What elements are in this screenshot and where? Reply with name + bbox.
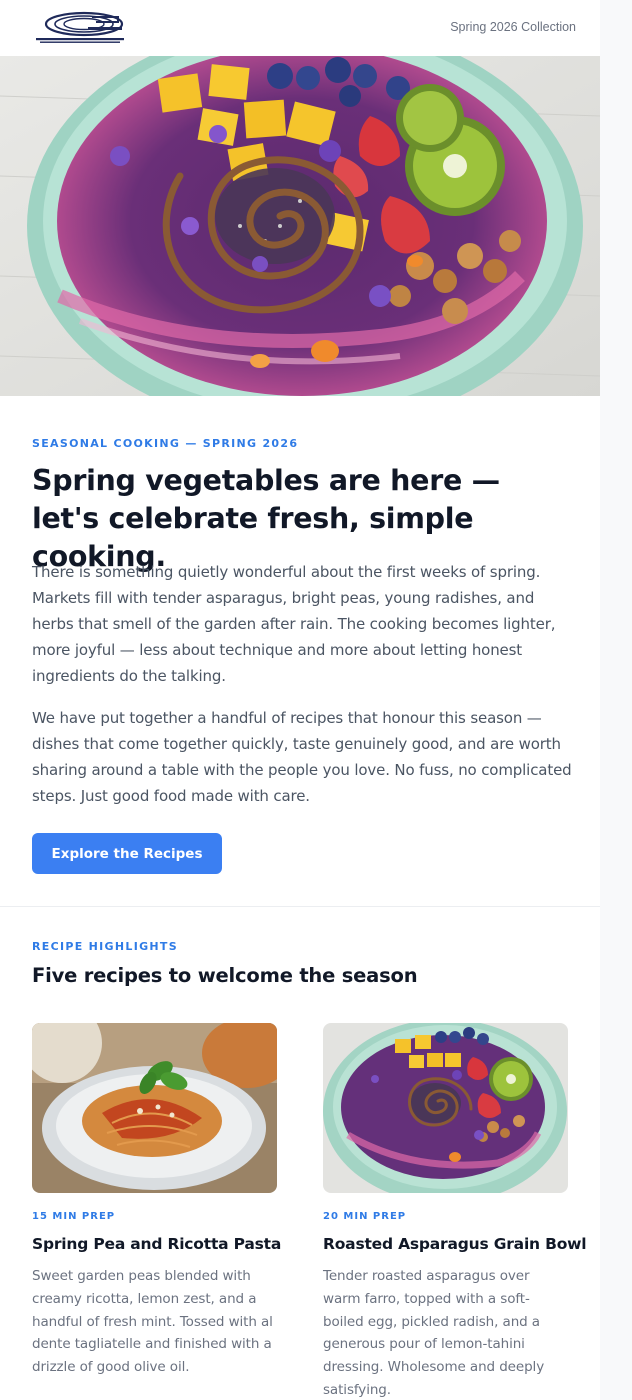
highlights-title: Five recipes to welcome the season (32, 964, 418, 987)
pasta-image (32, 1023, 277, 1193)
hero-image (0, 56, 600, 396)
recipe-card-image[interactable] (323, 1023, 568, 1193)
email-container: Spring 2026 Collection SEASONAL COOKING … (0, 0, 600, 1400)
recipe-description: Tender roasted asparagus over warm farro… (323, 1268, 545, 1398)
recipe-title[interactable]: Roasted Asparagus Grain Bowl (323, 1235, 587, 1253)
highlights-eyebrow: RECIPE HIGHLIGHTS (32, 940, 178, 953)
intro-eyebrow: SEASONAL COOKING — SPRING 2026 (32, 437, 299, 450)
recipe-card[interactable]: 15 MIN PREP Spring Pea and Ricotta Pasta… (32, 1023, 281, 1375)
recipe-prep-time: 15 MIN PREP (32, 1211, 116, 1222)
recipe-title[interactable]: Spring Pea and Ricotta Pasta (32, 1235, 282, 1253)
section-divider (0, 906, 600, 907)
intro-paragraph-1: There is something quietly wonderful abo… (32, 563, 556, 685)
grain-bowl-image (323, 1023, 568, 1193)
recipe-prep-time: 20 MIN PREP (323, 1211, 407, 1222)
acai-bowl-image (0, 56, 600, 396)
collection-label: Spring 2026 Collection (450, 20, 576, 34)
email-header: Spring 2026 Collection (0, 0, 600, 56)
recipe-description: Sweet garden peas blended with creamy ri… (32, 1268, 273, 1376)
explore-recipes-button[interactable]: Explore the Recipes (32, 833, 222, 874)
recipe-card[interactable]: 20 MIN PREP Roasted Asparagus Grain Bowl… (323, 1023, 587, 1398)
intro-paragraph-2: We have put together a handful of recipe… (32, 709, 572, 805)
recipe-card-image[interactable] (32, 1023, 277, 1193)
brand-logo (36, 11, 124, 43)
